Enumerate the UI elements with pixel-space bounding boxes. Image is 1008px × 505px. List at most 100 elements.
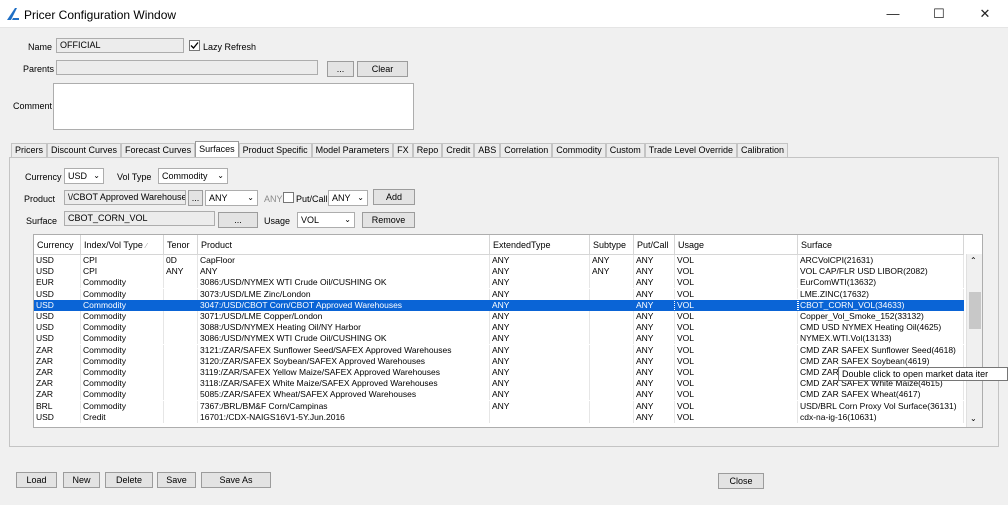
sort-icon: ⁄: [145, 243, 148, 250]
table-row[interactable]: ZAR Commodity 3118:/ZAR/SAFEX White Maize/…: [34, 378, 964, 390]
scroll-down-icon[interactable]: ⌄: [970, 414, 977, 423]
surface-browse-button[interactable]: ...: [218, 212, 258, 228]
tab-calibration[interactable]: Calibration: [737, 143, 789, 157]
maximize-button[interactable]: ☐: [916, 0, 962, 28]
table-cell: [164, 367, 198, 378]
tab-trade-level-override[interactable]: Trade Level Override: [644, 143, 738, 157]
column-header[interactable]: Tenor: [164, 235, 198, 255]
table-cell: ANY: [590, 266, 634, 278]
table-row[interactable]: BRL Commodity 7367:/BRL/BM&F Corn/Campinas…: [34, 400, 964, 412]
save-as-button[interactable]: Save As: [201, 472, 271, 488]
table-scrollbar[interactable]: ⌃ ⌄: [966, 254, 982, 427]
tab-surfaces[interactable]: Surfaces: [195, 141, 239, 157]
table-row[interactable]: USD CPI ANY ANY ANY ANY ANY VOL VOL CAP/FLR USD …: [34, 266, 964, 278]
table-row[interactable]: USD Commodity 3073:/USD/LME Zinc/London ANY…: [34, 288, 964, 300]
table-row[interactable]: USD Credit 16701:/CDX-NAIGS16V1-5Y.Jun.201…: [34, 411, 964, 423]
column-header[interactable]: ExtendedType: [490, 235, 590, 255]
column-header[interactable]: Usage: [675, 235, 798, 255]
scrollbar-thumb[interactable]: [969, 292, 981, 329]
save-button[interactable]: Save: [157, 472, 196, 488]
tab-repo[interactable]: Repo: [412, 143, 443, 157]
new-button[interactable]: New: [63, 472, 100, 488]
table-row[interactable]: ZAR Commodity 5085:/ZAR/SAFEX Wheat/SAFEX …: [34, 389, 964, 401]
table-row[interactable]: USD Commodity 3086:/USD/NYMEX WTI Crude Oi…: [34, 333, 964, 345]
currency-select[interactable]: USD ⌄: [64, 168, 104, 184]
column-header[interactable]: Product: [198, 235, 490, 255]
table-row[interactable]: USD Commodity 3047:/USD/CBOT Corn/CBOT App…: [34, 298, 965, 312]
tab-product-specific[interactable]: Product Specific: [238, 143, 312, 157]
parents-field[interactable]: [56, 60, 318, 75]
table-cell: VOL: [675, 288, 798, 300]
scroll-up-icon[interactable]: ⌃: [970, 256, 977, 265]
surface-field[interactable]: CBOT_CORN_VOL: [64, 211, 215, 226]
column-header[interactable]: Surface: [798, 235, 964, 255]
parents-browse-button[interactable]: ...: [327, 61, 354, 77]
product-browse-button[interactable]: ...: [188, 190, 203, 206]
usage-select[interactable]: VOL ⌄: [297, 212, 355, 228]
add-button[interactable]: Add: [373, 189, 415, 205]
table-cell: 3118:/ZAR/SAFEX White Maize/SAFEX Approv…: [198, 378, 490, 390]
column-header-label: Currency: [37, 240, 74, 250]
column-header[interactable]: Subtype: [590, 235, 634, 255]
table-cell: 7367:/BRL/BM&F Corn/Campinas: [198, 400, 490, 412]
table-row[interactable]: USD CPI 0D CapFloor ANY ANY ANY VOL ARCVolCPI(21…: [34, 255, 964, 266]
putcall-select[interactable]: ANY ⌄: [328, 190, 368, 206]
table-cell: CMD ZAR SAFEX Sunflower Seed(4618): [798, 344, 964, 356]
tab-abs[interactable]: ABS: [474, 143, 501, 157]
table-row[interactable]: ZAR Commodity 3119:/ZAR/SAFEX Yellow Maize…: [34, 367, 964, 378]
tab-custom[interactable]: Custom: [605, 143, 645, 157]
table-cell: [590, 299, 634, 311]
tab-pricers[interactable]: Pricers: [11, 143, 48, 157]
comment-textarea[interactable]: [53, 83, 414, 130]
table-cell: ANY: [634, 266, 675, 278]
surfaces-table[interactable]: Currency Index/Vol Type ⁄ Tenor Product Exten…: [33, 234, 983, 428]
load-button[interactable]: Load: [16, 472, 57, 488]
tab-model-parameters[interactable]: Model Parameters: [311, 143, 394, 157]
close-window-button[interactable]: ✕: [962, 0, 1008, 28]
table-cell: 3073:/USD/LME Zinc/London: [198, 288, 490, 300]
close-button[interactable]: Close: [718, 473, 764, 489]
tab-correlation[interactable]: Correlation: [500, 143, 553, 157]
table-row[interactable]: USD Commodity 3071:/USD/LME Copper/London A…: [34, 311, 964, 322]
column-header[interactable]: Put/Call: [634, 235, 675, 255]
tab-commodity[interactable]: Commodity: [552, 143, 606, 157]
minimize-button[interactable]: —: [870, 0, 916, 28]
table-cell: CPI: [81, 266, 164, 278]
tab-fx[interactable]: FX: [393, 143, 413, 157]
column-header-label: Surface: [801, 240, 833, 250]
table-cell: VOL: [675, 255, 798, 266]
table-row[interactable]: ZAR Commodity 3121:/ZAR/SAFEX Sunflower Se…: [34, 344, 964, 356]
lazy-refresh-label: Lazy Refresh: [203, 42, 257, 52]
column-header[interactable]: Currency: [34, 235, 81, 255]
table-cell: [590, 277, 634, 289]
table-cell: ANY: [198, 266, 490, 278]
table-cell: [590, 389, 634, 401]
vol-type-select[interactable]: Commodity ⌄: [158, 168, 228, 184]
product-field[interactable]: \/CBOT Approved Warehouses: [64, 190, 186, 205]
table-cell: Commodity: [81, 389, 164, 401]
tab-credit[interactable]: Credit: [442, 143, 475, 157]
table-row[interactable]: EUR Commodity 3086:/USD/NYMEX WTI Crude Oi…: [34, 277, 964, 289]
clear-button[interactable]: Clear: [357, 61, 408, 77]
table-cell: [590, 355, 634, 367]
table-cell: Commodity: [81, 288, 164, 300]
lazy-refresh-checkbox[interactable]: [189, 40, 200, 51]
name-field[interactable]: OFFICIAL: [56, 38, 184, 53]
tab-forecast-curves[interactable]: Forecast Curves: [121, 143, 196, 157]
table-row[interactable]: ZAR Commodity 3120:/ZAR/SAFEX Soybean/SAFE…: [34, 355, 964, 367]
tab-discount-curves[interactable]: Discount Curves: [47, 143, 122, 157]
remove-button[interactable]: Remove: [362, 212, 415, 228]
product-any-select[interactable]: ANY ⌄: [205, 190, 258, 206]
vol-type-value: Commodity: [162, 171, 208, 181]
putcall-checkbox[interactable]: [283, 192, 294, 203]
table-cell: USD: [34, 411, 81, 423]
table-cell: [590, 378, 634, 390]
delete-button[interactable]: Delete: [105, 472, 153, 488]
table-cell: 3047:/USD/CBOT Corn/CBOT Approved Wareho…: [198, 299, 490, 311]
table-cell: Commodity: [81, 378, 164, 390]
table-cell: 3088:/USD/NYMEX Heating Oil/NY Harbor: [198, 322, 490, 334]
column-header[interactable]: Index/Vol Type ⁄: [81, 235, 164, 255]
table-row[interactable]: USD Commodity 3088:/USD/NYMEX Heating Oil/…: [34, 322, 964, 334]
currency-value: USD: [68, 171, 88, 181]
table-cell: [164, 333, 198, 345]
